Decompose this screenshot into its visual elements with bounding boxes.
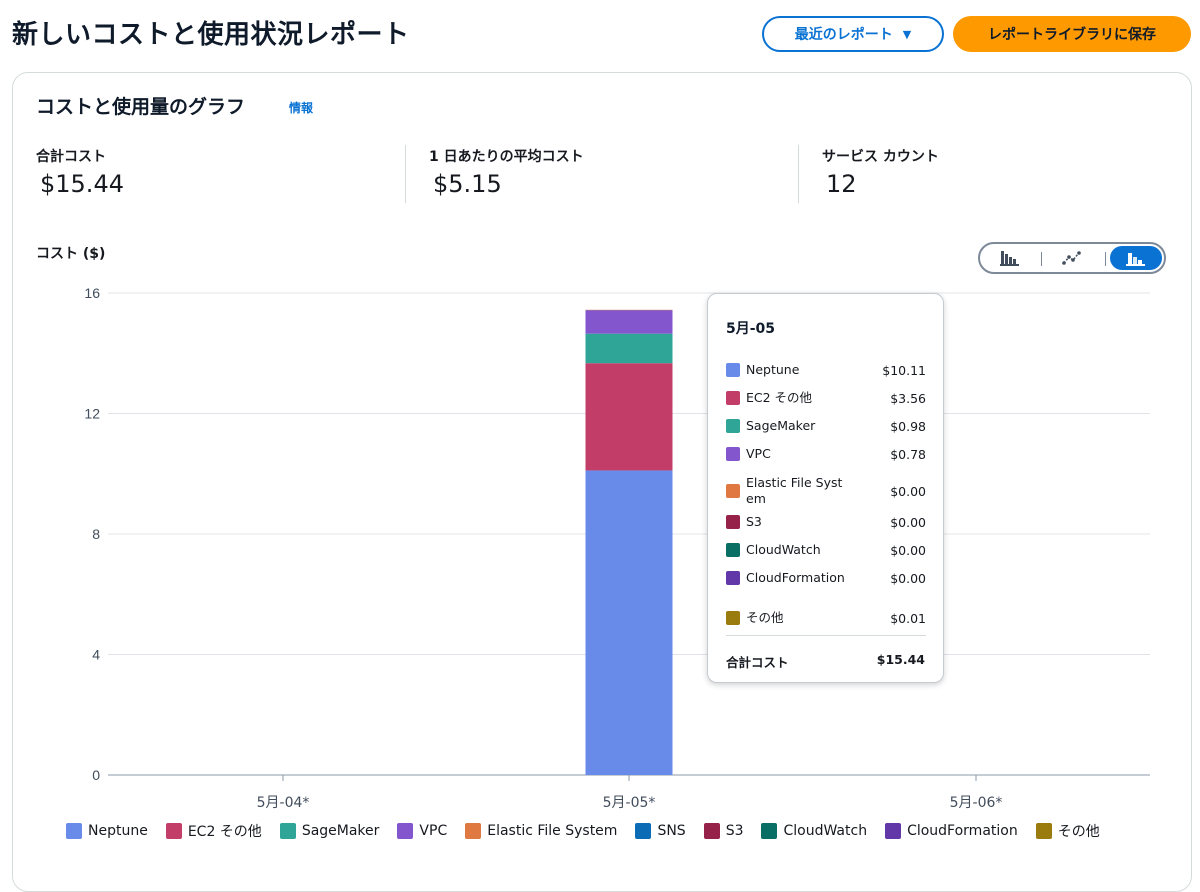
- legend-swatch: [1036, 823, 1052, 839]
- legend-swatch: [166, 823, 182, 839]
- tooltip-row-value: $0.98: [890, 419, 926, 434]
- tooltip-swatch: [726, 419, 740, 433]
- legend-swatch: [465, 823, 481, 839]
- legend-item[interactable]: CloudFormation: [885, 823, 1018, 839]
- legend-item[interactable]: SNS: [635, 823, 685, 839]
- legend-item[interactable]: Elastic File System: [465, 823, 617, 839]
- tooltip-swatch: [726, 611, 740, 625]
- legend-swatch: [704, 823, 720, 839]
- tooltip-row-name: S3: [746, 514, 846, 530]
- legend-label: Elastic File System: [487, 823, 617, 839]
- tooltip-swatch: [726, 515, 740, 529]
- tooltip-swatch: [726, 391, 740, 405]
- tooltip-row: Elastic File System $0.00: [726, 475, 926, 507]
- legend-label: CloudFormation: [907, 823, 1018, 839]
- tooltip-row-value: $0.78: [890, 447, 926, 462]
- y-tick-label: 8: [92, 526, 100, 542]
- legend-label: その他: [1058, 821, 1100, 841]
- tooltip-row-name: CloudWatch: [746, 542, 846, 558]
- tooltip-divider: [726, 635, 926, 636]
- tooltip-row-value: $10.11: [882, 363, 926, 378]
- legend-label: Neptune: [88, 823, 148, 839]
- tooltip-row: その他 $0.01: [726, 610, 926, 626]
- tooltip-title: 5月-05: [726, 318, 775, 338]
- legend-swatch: [280, 823, 296, 839]
- tooltip-total-value: $15.44: [877, 652, 925, 667]
- tooltip-swatch: [726, 543, 740, 557]
- legend-label: CloudWatch: [783, 823, 867, 839]
- legend-item[interactable]: VPC: [397, 823, 447, 839]
- legend-item[interactable]: Neptune: [66, 823, 148, 839]
- legend-item[interactable]: SageMaker: [280, 823, 380, 839]
- x-tick-label: 5月-05*: [603, 795, 656, 811]
- y-tick-label: 4: [92, 647, 100, 663]
- legend-label: SNS: [657, 823, 685, 839]
- tooltip-row-name: Elastic File System: [746, 475, 846, 507]
- legend-item[interactable]: その他: [1036, 821, 1100, 841]
- y-tick-label: 16: [84, 285, 100, 301]
- legend-swatch: [66, 823, 82, 839]
- tooltip-row-name: CloudFormation: [746, 570, 846, 586]
- tooltip-row-value: $0.00: [890, 484, 926, 499]
- x-tick-label: 5月-06*: [950, 795, 1003, 811]
- legend-swatch: [885, 823, 901, 839]
- tooltip-row-name: VPC: [746, 446, 846, 462]
- tooltip-row-value: $3.56: [890, 391, 926, 406]
- y-tick-label: 0: [92, 767, 100, 783]
- bar-segment: [586, 334, 673, 364]
- legend-swatch: [635, 823, 651, 839]
- tooltip-swatch: [726, 363, 740, 377]
- legend-item[interactable]: S3: [704, 823, 744, 839]
- chart-tooltip: 5月-05 Neptune $10.11 EC2 その他 $3.56 SageMaker…: [707, 293, 944, 683]
- tooltip-row: SageMaker $0.98: [726, 418, 926, 434]
- chart-legend: Neptune EC2 その他 SageMaker VPC Elastic File S…: [66, 821, 1118, 841]
- legend-label: VPC: [419, 823, 447, 839]
- tooltip-row: VPC $0.78: [726, 446, 926, 462]
- legend-item[interactable]: CloudWatch: [761, 823, 867, 839]
- tooltip-row-value: $0.00: [890, 543, 926, 558]
- tooltip-row: EC2 その他 $3.56: [726, 390, 926, 406]
- legend-item[interactable]: EC2 その他: [166, 821, 262, 841]
- y-tick-label: 12: [84, 406, 100, 422]
- legend-swatch: [761, 823, 777, 839]
- cost-stacked-bar-chart: 0 4 8 12 16 5月-04* 5月-05* 5月-06*: [0, 0, 1200, 865]
- tooltip-row: CloudWatch $0.00: [726, 542, 926, 558]
- tooltip-row: Neptune $10.11: [726, 362, 926, 378]
- tooltip-row-name: SageMaker: [746, 418, 846, 434]
- tooltip-swatch: [726, 484, 740, 498]
- tooltip-row-value: $0.01: [890, 611, 926, 626]
- tooltip-swatch: [726, 447, 740, 461]
- tooltip-row: S3 $0.00: [726, 514, 926, 530]
- tooltip-row-name: Neptune: [746, 362, 846, 378]
- bar-segment: [586, 363, 673, 470]
- legend-label: S3: [726, 823, 744, 839]
- legend-label: EC2 その他: [188, 821, 262, 841]
- x-tick-label: 5月-04*: [257, 795, 310, 811]
- tooltip-row-value: $0.00: [890, 571, 926, 586]
- legend-label: SageMaker: [302, 823, 380, 839]
- bar-segment: [586, 310, 673, 333]
- tooltip-row: CloudFormation $0.00: [726, 570, 926, 586]
- legend-swatch: [397, 823, 413, 839]
- tooltip-row-name: EC2 その他: [746, 390, 846, 406]
- tooltip-swatch: [726, 571, 740, 585]
- tooltip-row-value: $0.00: [890, 515, 926, 530]
- tooltip-total-label: 合計コスト: [726, 652, 789, 671]
- bar-segment: [586, 470, 673, 775]
- tooltip-row-name: その他: [746, 610, 846, 626]
